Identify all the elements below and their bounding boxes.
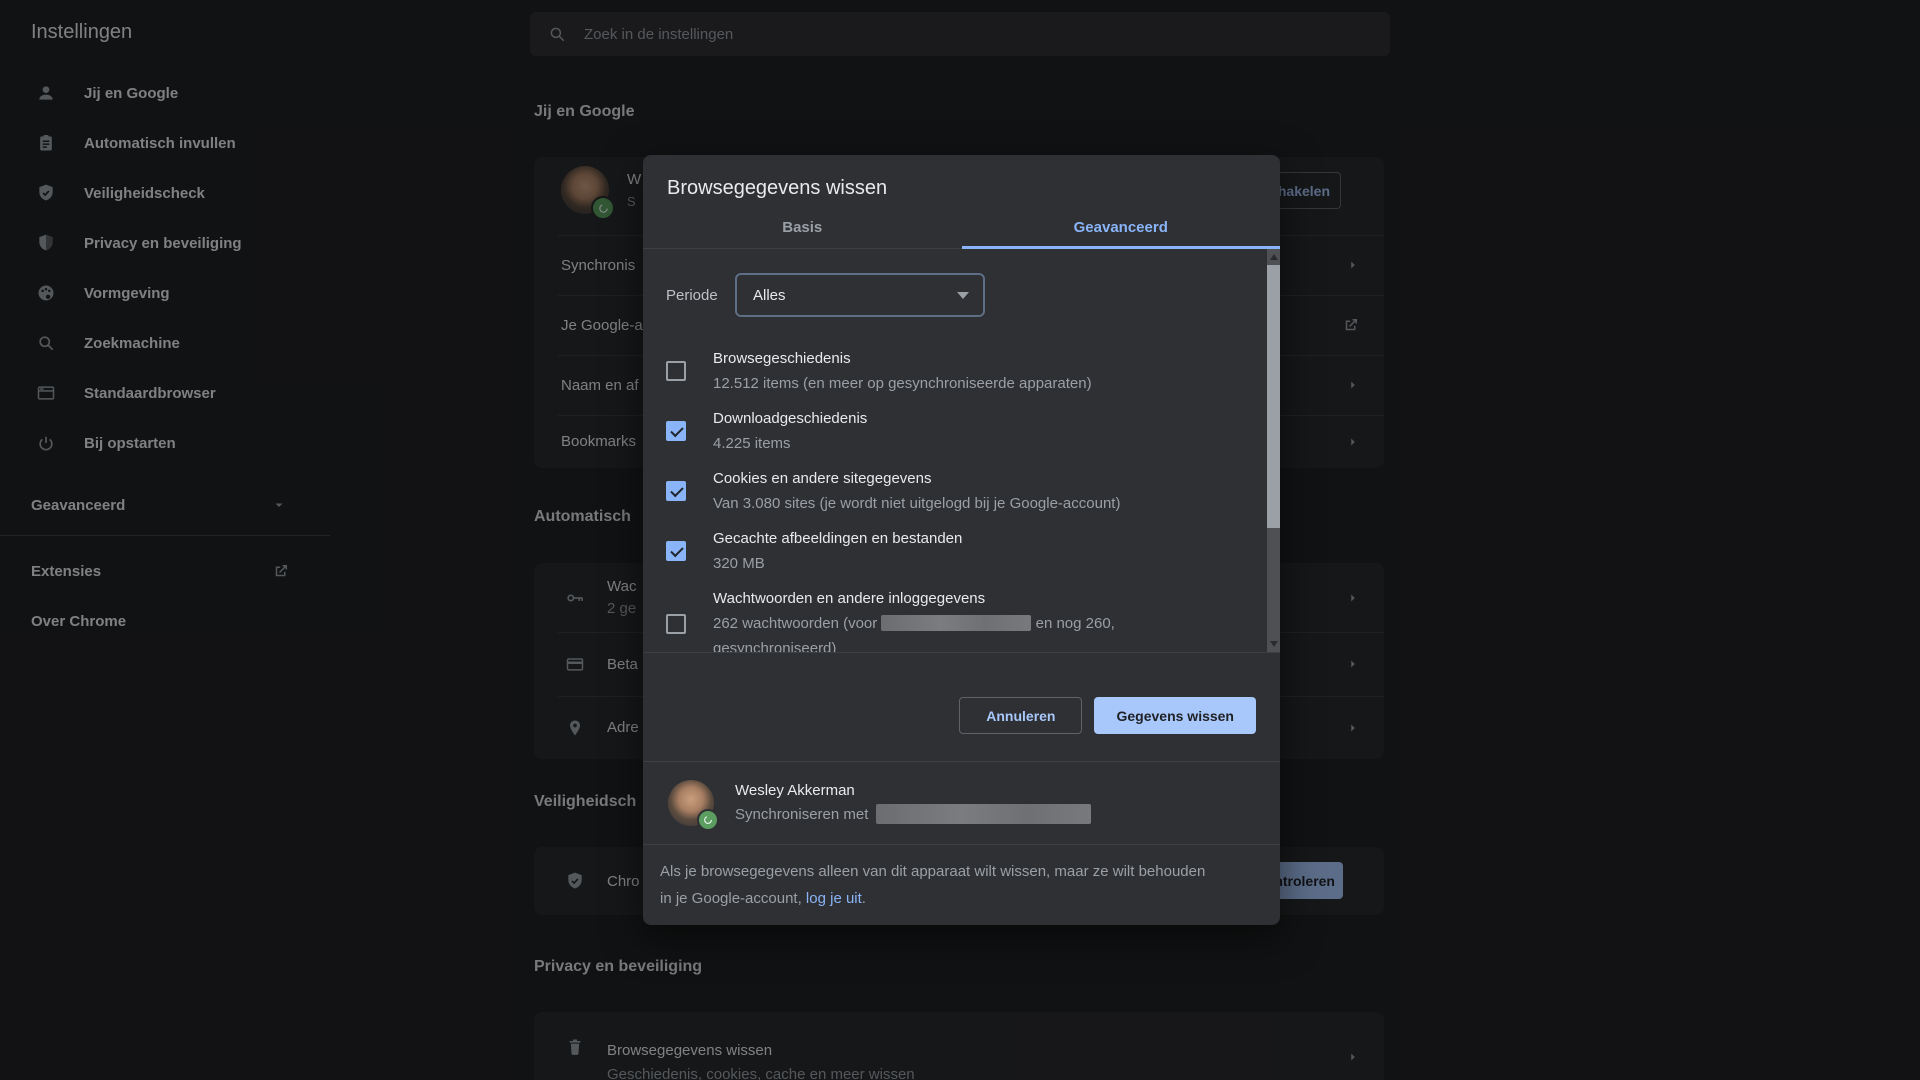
footer-text: in je Google-account, bbox=[660, 890, 806, 907]
period-dropdown[interactable]: Alles bbox=[735, 273, 985, 317]
scrollbar-down-arrow-icon[interactable] bbox=[1270, 641, 1278, 647]
list-item-passwords: Wachtwoorden en andere inloggegevens 262… bbox=[666, 581, 1248, 653]
footer-text: . bbox=[862, 890, 866, 907]
item-subtitle: 262 wachtwoorden (voor en nog 260, bbox=[713, 611, 1115, 636]
redacted-site-name bbox=[881, 615, 1031, 631]
cookies-checkbox[interactable] bbox=[666, 481, 686, 501]
browsing-history-checkbox[interactable] bbox=[666, 361, 686, 381]
item-title: Browsegeschiedenis bbox=[713, 346, 1092, 371]
dialog-scroll-body: Periode Alles Browsegeschiedenis 12.512 … bbox=[643, 249, 1280, 653]
item-subtitle: 12.512 items (en meer op gesynchroniseer… bbox=[713, 371, 1092, 396]
period-label: Periode bbox=[666, 287, 735, 304]
list-item-browsing-history: Browsegeschiedenis 12.512 items (en meer… bbox=[666, 341, 1248, 401]
item-title: Downloadgeschiedenis bbox=[713, 406, 867, 431]
tab-basic[interactable]: Basis bbox=[643, 208, 962, 248]
sync-badge-icon bbox=[697, 809, 719, 831]
data-type-list: Browsegeschiedenis 12.512 items (en meer… bbox=[666, 341, 1248, 653]
download-history-checkbox[interactable] bbox=[666, 421, 686, 441]
item-subtitle: Van 3.080 sites (je wordt niet uitgelogd… bbox=[713, 491, 1120, 516]
passwords-checkbox[interactable] bbox=[666, 614, 686, 634]
item-title: Cookies en andere sitegegevens bbox=[713, 466, 1120, 491]
dialog-title: Browsegegevens wissen bbox=[643, 155, 1280, 201]
scrollbar-thumb[interactable] bbox=[1267, 265, 1280, 528]
period-row: Periode Alles bbox=[666, 273, 1248, 317]
cached-files-checkbox[interactable] bbox=[666, 541, 686, 561]
dropdown-arrow-icon bbox=[957, 292, 969, 299]
dialog-account-row: Wesley Akkerman Synchroniseren met bbox=[643, 762, 1280, 845]
dialog-scrollbar[interactable] bbox=[1267, 249, 1280, 652]
period-dropdown-value: Alles bbox=[753, 287, 786, 304]
clear-data-button[interactable]: Gegevens wissen bbox=[1094, 697, 1256, 734]
item-title: Gecachte afbeeldingen en bestanden bbox=[713, 526, 962, 551]
sign-out-link[interactable]: log je uit bbox=[806, 890, 862, 907]
scrollbar-up-arrow-icon[interactable] bbox=[1270, 254, 1278, 260]
account-avatar bbox=[668, 780, 714, 826]
item-subtitle: 4.225 items bbox=[713, 431, 867, 456]
tab-advanced[interactable]: Geavanceerd bbox=[962, 208, 1281, 248]
list-item-download-history: Downloadgeschiedenis 4.225 items bbox=[666, 401, 1248, 461]
dialog-footer-note: Als je browsegegevens alleen van dit app… bbox=[643, 845, 1280, 912]
account-sync-status: Synchroniseren met bbox=[735, 804, 1091, 824]
footer-text: Als je browsegegevens alleen van dit app… bbox=[660, 863, 1205, 880]
redacted-account-email bbox=[876, 804, 1091, 824]
account-name: Wesley Akkerman bbox=[735, 782, 1091, 799]
chrome-settings-page: Instellingen Jij en Google bbox=[0, 0, 1920, 1080]
list-item-cached-files: Gecachte afbeeldingen en bestanden 320 M… bbox=[666, 521, 1248, 581]
item-subtitle: gesynchroniseerd) bbox=[713, 636, 1115, 653]
clear-browsing-data-dialog: Browsegegevens wissen Basis Geavanceerd … bbox=[643, 155, 1280, 925]
dialog-actions: Annuleren Gegevens wissen bbox=[643, 653, 1280, 762]
item-subtitle: 320 MB bbox=[713, 551, 962, 576]
dialog-tabs: Basis Geavanceerd bbox=[643, 208, 1280, 249]
cancel-button[interactable]: Annuleren bbox=[959, 697, 1082, 734]
item-title: Wachtwoorden en andere inloggegevens bbox=[713, 586, 1115, 611]
list-item-cookies: Cookies en andere sitegegevens Van 3.080… bbox=[666, 461, 1248, 521]
